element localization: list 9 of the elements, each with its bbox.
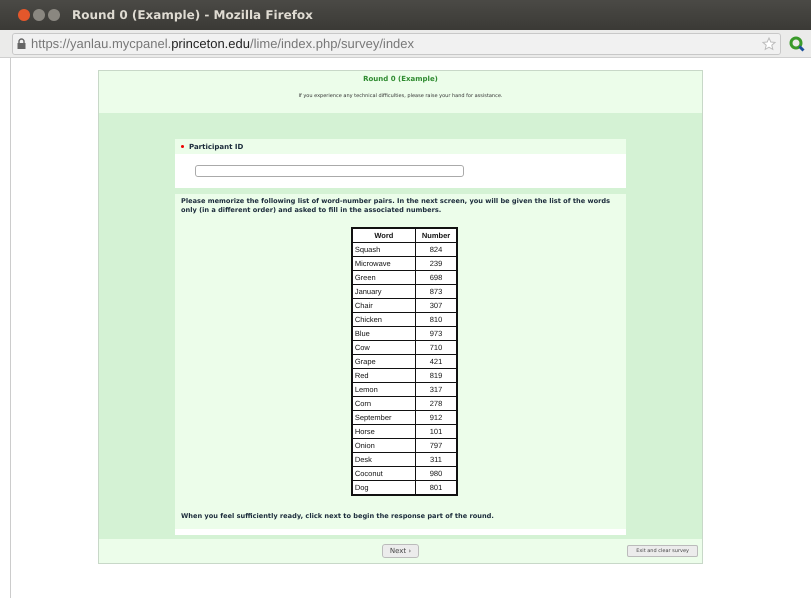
maximize-icon[interactable] bbox=[48, 9, 60, 21]
close-icon[interactable] bbox=[18, 9, 30, 21]
address-field[interactable]: https://yanlau.mycpanel.princeton.edu/lime/index.php/survey/index bbox=[12, 32, 781, 54]
window-title: Round 0 (Example) - Mozilla Firefox bbox=[72, 8, 313, 22]
participant-id-field[interactable] bbox=[195, 165, 464, 177]
lock-icon bbox=[17, 38, 26, 49]
star-icon[interactable] bbox=[762, 36, 776, 50]
minimize-icon[interactable] bbox=[33, 9, 45, 21]
magnifier-icon[interactable] bbox=[789, 36, 805, 52]
